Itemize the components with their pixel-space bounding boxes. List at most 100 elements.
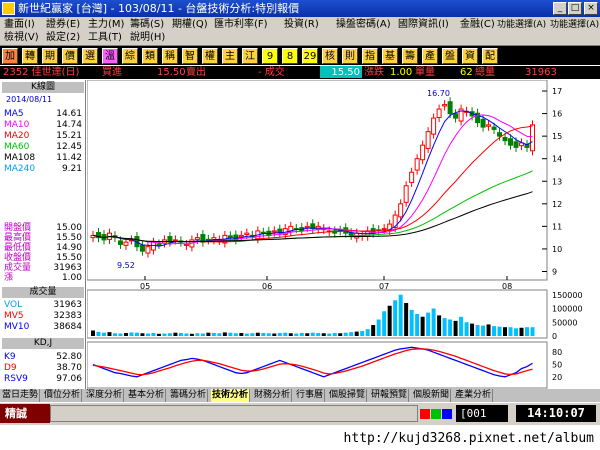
open-value: 15.00	[56, 223, 82, 233]
volume-bar	[448, 319, 453, 336]
tab-item[interactable]: 籌碼分析	[169, 389, 209, 402]
menu-trading-code[interactable]: 操盤密碼(A)	[336, 19, 391, 31]
rsv9-label: RSV9	[4, 374, 28, 384]
buy-value: 15.50	[157, 67, 186, 78]
tab-item[interactable]: 產業分析	[454, 389, 494, 402]
volume-bar	[250, 333, 255, 336]
toolbar-button[interactable]: 權	[202, 48, 218, 64]
vol-value: 31963	[53, 300, 82, 310]
menu-finance[interactable]: 金融(C)	[460, 19, 495, 31]
menu-screen[interactable]: 畫面(I)	[4, 19, 35, 31]
menu-chips[interactable]: 籌碼(S)	[130, 19, 164, 31]
volume-bar	[514, 328, 519, 336]
kline-header[interactable]: K線圖	[2, 82, 84, 93]
volume-bar	[107, 332, 112, 336]
tab-item[interactable]: 研報預覽	[370, 389, 410, 402]
tab-item[interactable]: 個股新聞	[412, 389, 452, 402]
change-value: 1.00	[61, 273, 82, 283]
toolbar-button[interactable]: 8	[282, 48, 298, 64]
d9-value: 38.70	[56, 363, 82, 373]
toolbar-button[interactable]: 期	[42, 48, 58, 64]
menu-tools[interactable]: 工具(T)	[88, 32, 122, 44]
high-label: 最高價	[4, 233, 32, 243]
toolbar: 加轉期價選溫綜類稱智權主江 9 8 29 核則指基籌產盤資配	[0, 45, 600, 65]
volume-bar	[134, 332, 139, 336]
volume-bar	[349, 332, 354, 336]
tab-item[interactable]: 價位分析	[43, 389, 83, 402]
ma-row: MA60 12.45	[4, 142, 84, 152]
y-tick-label: 12	[552, 200, 562, 209]
candle-body	[194, 237, 200, 240]
ma-row: MA10 14.74	[4, 120, 84, 130]
toolbar-button[interactable]: 轉	[22, 48, 38, 64]
menu-functions-2[interactable]: 功能選擇(A)	[550, 19, 599, 31]
toolbar-button[interactable]: 類	[142, 48, 158, 64]
candle-body	[392, 214, 398, 228]
tab-item[interactable]: 深度分析	[85, 389, 125, 402]
price-row: 最低價 14.90	[4, 243, 84, 253]
blue-indicator-icon	[442, 409, 452, 419]
menu-settings[interactable]: 設定(2)	[46, 32, 80, 44]
toolbar-button[interactable]: 核	[322, 48, 338, 64]
toolbar-button[interactable]: 資	[462, 48, 478, 64]
toolbar-button[interactable]: 基	[382, 48, 398, 64]
candle-body	[398, 203, 404, 218]
toolbar-button[interactable]: 智	[182, 48, 198, 64]
price-row: 開盤價 15.00	[4, 223, 84, 233]
volume-header[interactable]: 成交量	[2, 287, 84, 298]
toolbar-button[interactable]: 產	[422, 48, 438, 64]
toolbar-button[interactable]: 主	[222, 48, 238, 64]
menu-options[interactable]: 期權(Q)	[172, 19, 208, 31]
volume-bar	[277, 332, 282, 336]
menu-forex[interactable]: 匯市利率(F)	[214, 19, 268, 31]
toolbar-button[interactable]: 29	[302, 48, 318, 64]
technical-chart[interactable]: 9101112131415161705 06 07 0816.709.52150000…	[86, 79, 600, 390]
toolbar-button[interactable]: 加	[2, 48, 18, 64]
volume-bar	[442, 318, 447, 336]
tab-item[interactable]: 個股掃覽	[328, 389, 368, 402]
candle-body	[442, 104, 448, 107]
toolbar-button[interactable]: 綜	[122, 48, 138, 64]
menu-functions-1[interactable]: 功能選擇(A)	[497, 19, 546, 31]
volume-bar	[261, 332, 266, 336]
menu-securities[interactable]: 證券(E)	[46, 19, 80, 31]
volume-bar	[497, 326, 502, 336]
toolbar-button[interactable]: 9	[262, 48, 278, 64]
app-icon	[2, 2, 15, 15]
toolbar-button[interactable]: 選	[82, 48, 98, 64]
menu-main-force[interactable]: 主力(M)	[88, 19, 124, 31]
chart-area[interactable]: 9 10 11 12 13 14 15 16 17 05 06 07 08 16.70 9.52 150000…	[86, 79, 600, 390]
volume-bar	[321, 333, 326, 336]
tab-item[interactable]: 技術分析	[211, 389, 251, 402]
volume-bar	[409, 309, 414, 336]
volume-bar	[288, 333, 293, 336]
tab-item[interactable]: 當日走勢	[1, 389, 41, 402]
toolbar-button[interactable]: 籌	[402, 48, 418, 64]
menu-invest[interactable]: 投資(R)	[284, 19, 319, 31]
k9-label: K9	[4, 352, 16, 362]
menu-international[interactable]: 國際資訊(I)	[398, 19, 449, 31]
volume-bar	[211, 332, 216, 336]
toolbar-button[interactable]: 江	[242, 48, 258, 64]
ma-row: MA5 14.61	[4, 109, 84, 119]
minimize-button[interactable]: _	[553, 2, 567, 15]
tab-item[interactable]: 行事曆	[295, 389, 326, 402]
toolbar-button[interactable]: 則	[342, 48, 358, 64]
page-code[interactable]: [001	[456, 405, 508, 422]
candle-body	[497, 132, 503, 137]
candle-body	[227, 235, 233, 239]
toolbar-button[interactable]: 指	[362, 48, 378, 64]
toolbar-button[interactable]: 盤	[442, 48, 458, 64]
menu-help[interactable]: 說明(H)	[130, 32, 165, 44]
toolbar-button[interactable]: 配	[482, 48, 498, 64]
toolbar-button[interactable]: 價	[62, 48, 78, 64]
kd-header[interactable]: KD,J	[2, 338, 84, 349]
tab-item[interactable]: 基本分析	[127, 389, 167, 402]
tab-item[interactable]: 財務分析	[253, 389, 293, 402]
maximize-button[interactable]: □	[568, 2, 582, 15]
close-button[interactable]: ×	[584, 2, 598, 15]
toolbar-button[interactable]: 稱	[162, 48, 178, 64]
volume-bar	[101, 332, 106, 336]
menu-view[interactable]: 檢視(V)	[4, 32, 39, 44]
toolbar-button[interactable]: 溫	[102, 48, 118, 64]
